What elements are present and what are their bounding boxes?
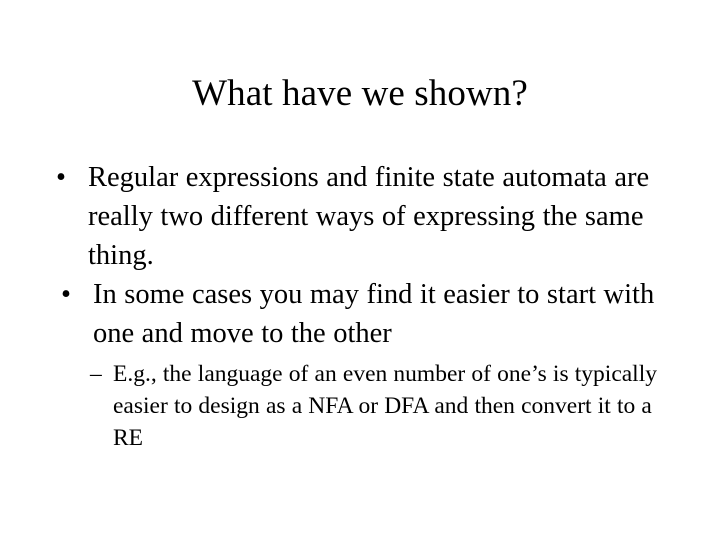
bullet-item-1: • Regular expressions and finite state a… (50, 158, 675, 275)
bullet-item-2-label: In some cases you may find it easier to … (93, 279, 655, 349)
bullet-dot-icon: • (56, 162, 66, 193)
slide-body: • Regular expressions and finite state a… (50, 158, 675, 454)
bullet-item-1-label: Regular expressions and finite state aut… (88, 162, 650, 271)
bullet-dash-icon: – (90, 361, 102, 387)
slide-canvas: What have we shown? • Regular expression… (0, 0, 720, 540)
sub-bullet-item-1-label: E.g., the language of an even number of … (113, 361, 657, 451)
sub-bullet-item-1: – E.g., the language of an even number o… (50, 358, 675, 454)
bullet-item-2: • In some cases you may find it easier t… (50, 275, 675, 353)
bullet-dot-icon: • (61, 279, 71, 310)
page-title: What have we shown? (192, 73, 528, 114)
